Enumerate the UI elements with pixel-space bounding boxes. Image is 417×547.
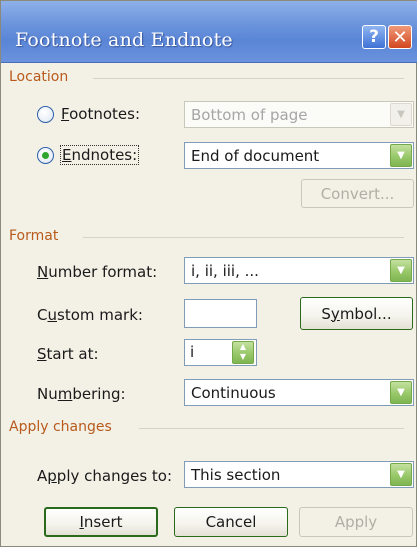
apply-button-label: Apply [334,513,378,531]
endnotes-radio-circle[interactable] [37,146,54,164]
endnotes-label: Endnotes: [59,145,140,165]
numbering-value: Continuous [191,384,276,402]
numbering-label: Numbering: [37,385,126,403]
convert-button[interactable]: Convert... [301,179,414,208]
footnotes-location-dropdown[interactable]: Bottom of page ▼ [184,101,414,128]
format-group-label: Format [9,228,59,244]
chevron-down-icon[interactable]: ▼ [390,463,412,486]
footnotes-radio[interactable]: Footnotes: [37,105,140,123]
endnotes-radio[interactable]: Endnotes: [37,145,140,165]
footnotes-location-value: Bottom of page [191,106,308,124]
number-format-label: Number format: [37,263,158,281]
chevron-down-icon[interactable]: ▼ [390,381,412,404]
title-bar[interactable]: Footnote and Endnote ? ✕ [1,1,417,63]
endnotes-label-text: ndnotes: [71,146,138,164]
close-icon: ✕ [392,26,408,48]
help-icon: ? [369,27,379,47]
spin-up-icon[interactable]: ▲ [233,342,253,352]
number-format-value: i, ii, iii, ... [191,262,259,280]
apply-to-value: This section [191,466,281,484]
chevron-down-icon[interactable]: ▼ [390,259,412,282]
insert-button[interactable]: Insert [44,507,158,537]
spin-down-icon[interactable]: ▼ [233,352,253,362]
location-divider [93,78,404,79]
footnotes-radio-circle[interactable] [37,105,54,123]
endnotes-location-dropdown[interactable]: End of document ▼ [184,142,414,169]
start-at-value: i [190,343,195,361]
insert-button-label: Insert [79,513,123,531]
help-button[interactable]: ? [362,25,386,49]
close-button[interactable]: ✕ [388,25,412,49]
start-at-spinner[interactable]: ▲ ▼ [232,341,254,364]
cancel-button-label: Cancel [205,513,257,531]
apply-button[interactable]: Apply [299,507,413,537]
location-group-label: Location [9,69,69,85]
chevron-down-icon[interactable]: ▼ [390,103,412,126]
symbol-button[interactable]: Symbol... [300,297,413,330]
footnotes-label: Footnotes: [61,105,140,123]
custom-mark-label-text: stom mark: [57,306,143,324]
convert-button-label: Convert... [320,184,395,203]
format-divider [83,237,404,238]
cancel-button[interactable]: Cancel [174,507,288,537]
chevron-down-icon[interactable]: ▼ [390,144,412,167]
custom-mark-input[interactable] [184,299,257,328]
apply-to-label-text: ply changes to: [56,467,173,485]
footnotes-label-text: ootnotes: [69,105,140,123]
footnote-endnote-dialog: Footnote and Endnote ? ✕ Location Footno… [0,0,417,547]
apply-to-label: Apply changes to: [37,467,173,485]
apply-changes-divider [139,428,404,429]
symbol-button-label: Symbol... [321,304,392,323]
number-format-label-text: umber format: [48,263,158,281]
apply-changes-group-label: Apply changes [9,419,112,435]
custom-mark-label: Custom mark: [37,306,143,324]
numbering-dropdown[interactable]: Continuous ▼ [184,379,414,406]
endnotes-location-value: End of document [191,147,320,165]
apply-to-dropdown[interactable]: This section ▼ [184,461,414,488]
number-format-dropdown[interactable]: i, ii, iii, ... ▼ [184,257,414,284]
numbering-label-text: bering: [72,385,126,403]
start-at-label-text: tart at: [46,345,99,363]
dialog-title: Footnote and Endnote [15,29,233,51]
start-at-label: Start at: [37,345,99,363]
